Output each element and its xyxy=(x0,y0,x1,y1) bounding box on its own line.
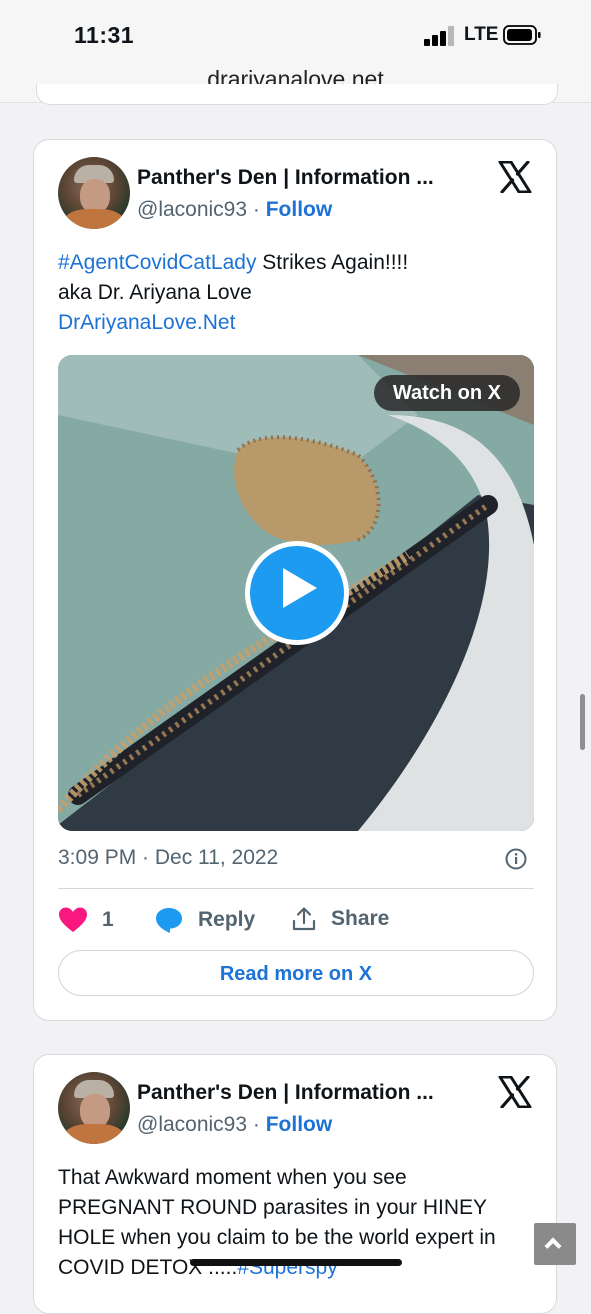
tweet-text-line-1: #AgentCovidCatLady Strikes Again!!!! xyxy=(58,251,409,274)
like-button[interactable]: 1 xyxy=(58,906,114,934)
tweet-text-line-2: PREGNANT ROUND parasites in your HINEY xyxy=(58,1196,488,1219)
reply-icon xyxy=(156,908,182,933)
status-time: 11:31 xyxy=(74,22,135,48)
author-name[interactable]: Panther's Den | Information ... xyxy=(137,166,434,190)
website-link[interactable]: DrAriyanaLove.Net xyxy=(58,308,536,338)
play-icon[interactable] xyxy=(245,541,349,645)
author-name[interactable]: Panther's Den | Information ... xyxy=(137,1081,434,1105)
follow-button[interactable]: Follow xyxy=(266,1113,333,1136)
tweet-text: #AgentCovidCatLady Strikes Again!!!! aka… xyxy=(58,248,536,338)
battery-icon xyxy=(503,25,541,45)
share-label: Share xyxy=(331,907,390,930)
x-logo-icon[interactable] xyxy=(498,161,532,193)
tweet-text-line-1: That Awkward moment when you see xyxy=(58,1166,407,1189)
divider xyxy=(58,888,534,889)
signal-icon xyxy=(424,26,454,46)
author-handle[interactable]: @laconic93 xyxy=(137,198,247,221)
handle-separator: · xyxy=(247,198,266,221)
author-handle-row: @laconic93 · Follow xyxy=(137,198,332,222)
avatar[interactable] xyxy=(58,157,130,229)
watch-on-x-button[interactable]: Watch on X xyxy=(373,375,520,411)
tweet-text-line-4: COVID DETOX .....#Superspy xyxy=(58,1256,338,1279)
reply-button[interactable]: Reply xyxy=(154,906,255,934)
info-icon[interactable] xyxy=(505,848,527,870)
author-handle[interactable]: @laconic93 xyxy=(137,1113,247,1136)
handle-separator: · xyxy=(247,1113,266,1136)
like-count: 1 xyxy=(102,908,114,931)
previous-embed-edge xyxy=(36,84,558,105)
tweet-actions: 1 Reply Share xyxy=(58,906,528,936)
author-handle-row: @laconic93 · Follow xyxy=(137,1113,332,1137)
tweet-text-line-2: aka Dr. Ariyana Love xyxy=(58,281,252,304)
x-logo-icon[interactable] xyxy=(498,1076,532,1108)
chevron-up-icon xyxy=(544,1237,562,1255)
tweet-embed-card: Panther's Den | Information ... @laconic… xyxy=(33,139,557,1021)
hashtag-link[interactable]: #AgentCovidCatLady xyxy=(58,251,256,274)
scroll-to-top-button[interactable] xyxy=(534,1223,576,1265)
tweet-timestamp[interactable]: 3:09 PM · Dec 11, 2022 xyxy=(58,846,278,870)
tweet-embed-card: Panther's Den | Information ... @laconic… xyxy=(33,1054,557,1314)
heart-icon xyxy=(59,907,87,932)
tweet-text-line-3: HOLE when you claim to be the world expe… xyxy=(58,1226,496,1249)
reply-label: Reply xyxy=(198,908,256,931)
scroll-indicator[interactable] xyxy=(580,694,585,750)
follow-button[interactable]: Follow xyxy=(266,198,333,221)
avatar[interactable] xyxy=(58,1072,130,1144)
video-thumbnail[interactable]: Watch on X xyxy=(58,355,534,831)
read-more-button[interactable]: Read more on X xyxy=(58,950,534,996)
network-label: LTE xyxy=(464,24,499,45)
share-icon xyxy=(292,907,316,931)
home-indicator[interactable] xyxy=(190,1259,402,1266)
share-button[interactable]: Share xyxy=(291,906,389,932)
